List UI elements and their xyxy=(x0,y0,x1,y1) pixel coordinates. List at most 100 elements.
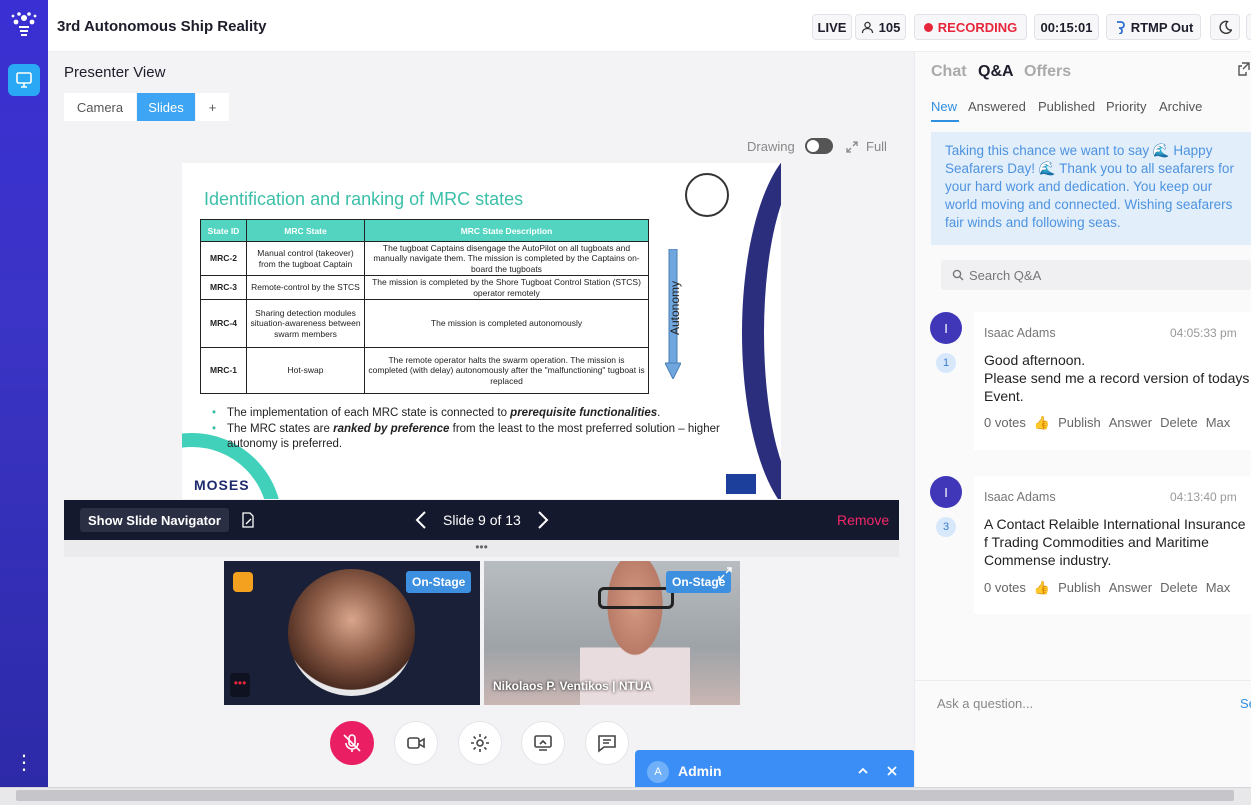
close-icon[interactable] xyxy=(886,765,898,777)
show-slide-navigator-button[interactable]: Show Slide Navigator xyxy=(80,508,229,532)
topbar-overflow-button[interactable] xyxy=(1246,14,1251,40)
university-crest-icon xyxy=(685,173,729,217)
thumbs-up-icon: 👍 xyxy=(1033,580,1051,595)
viewer-count-badge[interactable]: 105 xyxy=(855,14,906,40)
bullet-item: The implementation of each MRC state is … xyxy=(212,406,742,421)
chat-button[interactable] xyxy=(585,721,629,765)
eu-flag-icon xyxy=(726,474,756,494)
presenter-view-nav-button[interactable] xyxy=(8,64,40,96)
subtab-new[interactable]: New xyxy=(931,99,957,114)
ask-question-input[interactable]: Ask a question... xyxy=(937,696,1033,711)
remove-slides-button[interactable]: Remove xyxy=(837,512,889,528)
mrc-states-table: State ID MRC State MRC State Description… xyxy=(200,219,649,394)
drawing-toggle[interactable] xyxy=(805,138,833,154)
theme-toggle-button[interactable] xyxy=(1210,14,1240,40)
slide-file-icon[interactable] xyxy=(240,512,256,528)
max-button[interactable]: Max xyxy=(1206,415,1231,431)
previous-slide-icon[interactable] xyxy=(415,510,427,530)
max-button[interactable]: Max xyxy=(1206,580,1231,596)
user-icon xyxy=(861,21,873,33)
admin-panel-bar[interactable] xyxy=(635,750,915,787)
table-header: MRC State Description xyxy=(364,219,649,242)
question-time: 04:13:40 pm xyxy=(1170,490,1237,504)
question-votes: 0 votes xyxy=(984,415,1026,430)
chevron-up-icon[interactable] xyxy=(857,765,869,775)
slide-canvas[interactable]: Identification and ranking of MRC states… xyxy=(182,163,781,499)
delete-button[interactable]: Delete xyxy=(1160,580,1198,596)
autonomy-label: Autonomy xyxy=(668,281,682,336)
tile-menu-icon[interactable]: ••• xyxy=(230,673,250,697)
tab-camera[interactable]: Camera xyxy=(64,93,136,121)
table-cell-id: MRC-4 xyxy=(200,299,247,348)
mic-off-icon xyxy=(343,734,361,752)
mute-microphone-button[interactable] xyxy=(330,721,374,765)
table-row: MRC-1 Hot-swap The remote operator halts… xyxy=(200,347,649,394)
resize-grip[interactable]: ••• xyxy=(64,540,899,557)
bullet-emphasis: ranked by preference xyxy=(333,423,450,435)
video-tile-presenter[interactable]: On-Stage ••• xyxy=(224,561,480,705)
recording-button[interactable]: RECORDING xyxy=(914,14,1027,40)
tab-add[interactable]: + xyxy=(196,93,229,121)
video-tile-speaker[interactable]: On-Stage Nikolaos P. Ventikos | NTUA xyxy=(484,561,740,705)
bullet-text: . xyxy=(657,407,661,419)
subtab-published[interactable]: Published xyxy=(1038,99,1095,114)
question-avatar: I xyxy=(930,476,962,508)
bullet-text: The MRC states are xyxy=(227,423,334,435)
tab-qa[interactable]: Q&A xyxy=(978,63,1014,81)
tab-chat[interactable]: Chat xyxy=(931,63,967,81)
subtab-archive[interactable]: Archive xyxy=(1159,99,1202,114)
active-subtab-underline xyxy=(931,120,959,122)
question-author: Isaac Adams xyxy=(984,326,1056,340)
settings-button[interactable] xyxy=(458,721,502,765)
subtab-answered[interactable]: Answered xyxy=(968,99,1026,114)
question-actions: 0 votes 👍 Publish Answer Delete Max xyxy=(984,580,1230,596)
table-row: MRC-3 Remote-control by the STCS The mis… xyxy=(200,275,649,300)
live-label: LIVE xyxy=(817,19,847,35)
rtmp-out-button[interactable]: RTMP Out xyxy=(1106,14,1201,40)
expand-tile-icon[interactable] xyxy=(718,567,732,581)
table-cell-desc: The mission is completed by the Shore Tu… xyxy=(364,275,649,300)
search-placeholder: Search Q&A xyxy=(969,267,1042,283)
table-cell-id: MRC-3 xyxy=(200,275,247,300)
delete-button[interactable]: Delete xyxy=(1160,415,1198,431)
more-vertical-icon[interactable]: ⋮ xyxy=(14,752,34,774)
answer-button[interactable]: Answer xyxy=(1109,415,1152,431)
subtab-priority[interactable]: Priority xyxy=(1106,99,1146,114)
share-screen-button[interactable] xyxy=(521,721,565,765)
full-screen-label[interactable]: Full xyxy=(866,139,887,154)
elapsed-timer: 00:15:01 xyxy=(1034,14,1099,40)
rtmp-label: RTMP Out xyxy=(1130,19,1194,35)
table-cell-id: MRC-1 xyxy=(200,347,247,394)
table-cell-desc: The mission is completed autonomously xyxy=(364,299,649,348)
table-header: MRC State xyxy=(246,219,365,242)
question-votes: 0 votes xyxy=(984,580,1026,595)
popout-icon[interactable] xyxy=(1238,62,1250,76)
slide-title: Identification and ranking of MRC states xyxy=(204,189,524,209)
expand-icon[interactable] xyxy=(846,141,858,153)
event-title: 3rd Autonomous Ship Reality xyxy=(57,18,267,35)
moon-icon xyxy=(1219,20,1232,34)
screen-share-icon xyxy=(534,735,552,751)
tab-slides[interactable]: Slides xyxy=(137,93,195,121)
presenter-avatar xyxy=(288,569,415,696)
question-text: A Contact Relaible International Insuran… xyxy=(984,516,1246,568)
question-text: Good afternoon. Please send me a record … xyxy=(984,352,1250,404)
app-logo-icon[interactable] xyxy=(6,8,42,44)
publish-button[interactable]: Publish xyxy=(1058,415,1101,431)
table-row: MRC-2 Manual control (takeover) from the… xyxy=(200,241,649,276)
scrollbar-thumb[interactable] xyxy=(16,790,1234,801)
table-cell-state: Hot-swap xyxy=(246,347,365,394)
slide-counter: Slide 9 of 13 xyxy=(443,512,521,528)
tab-offers[interactable]: Offers xyxy=(1024,63,1071,81)
publish-button[interactable]: Publish xyxy=(1058,580,1101,596)
send-question-button[interactable]: Se xyxy=(1240,696,1251,711)
answer-button[interactable]: Answer xyxy=(1109,580,1152,596)
search-qa-input[interactable]: Search Q&A xyxy=(941,260,1251,290)
next-slide-icon[interactable] xyxy=(537,510,549,530)
table-row: MRC-4 Sharing detection modules situatio… xyxy=(200,299,649,348)
question-author: Isaac Adams xyxy=(984,490,1056,504)
bullet-emphasis: prerequisite functionalities xyxy=(510,407,658,419)
camera-toggle-button[interactable] xyxy=(394,721,438,765)
hidden-visibility-icon[interactable] xyxy=(233,572,253,592)
pinned-message: Taking this chance we want to say 🌊 Happ… xyxy=(931,132,1251,245)
